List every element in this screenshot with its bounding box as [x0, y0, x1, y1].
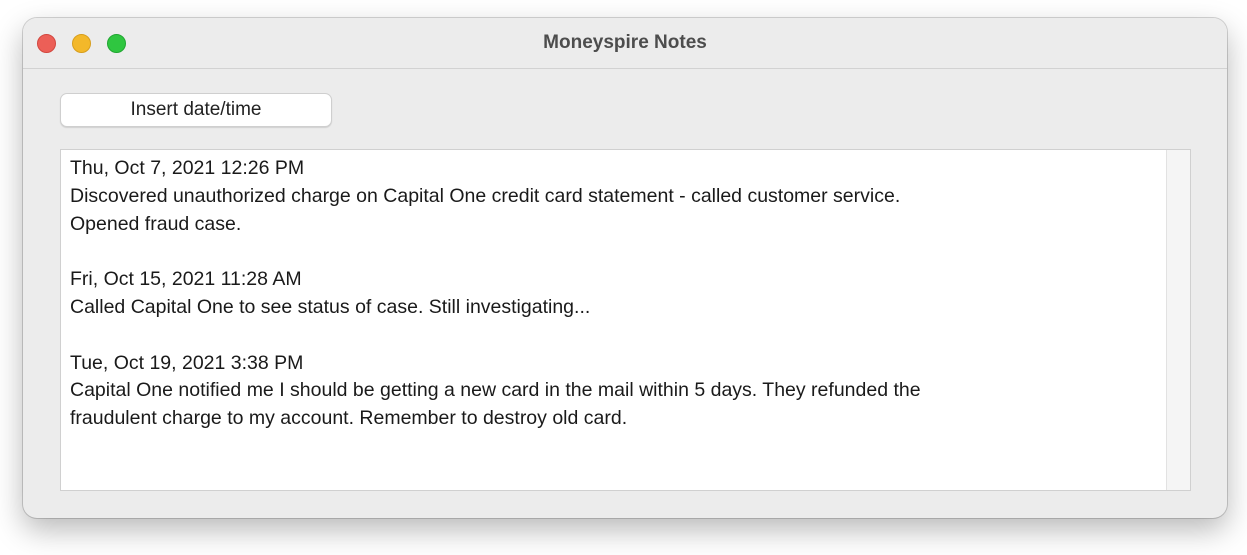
insert-date-time-button[interactable]: Insert date/time	[60, 93, 332, 127]
note-timestamp: Fri, Oct 15, 2021 11:28 AM	[70, 268, 302, 291]
notes-window: Moneyspire Notes Insert date/time Thu, O…	[23, 18, 1227, 518]
note-line: Called Capital One to see status of case…	[70, 295, 591, 318]
note-entry: Fri, Oct 15, 2021 11:28 AM Called Capita…	[70, 266, 1130, 322]
note-entry: Tue, Oct 19, 2021 3:38 PM Capital One no…	[70, 350, 1130, 433]
note-timestamp: Tue, Oct 19, 2021 3:38 PM	[70, 351, 304, 374]
note-line: Capital One notified me I should be gett…	[70, 379, 921, 402]
notes-text-area[interactable]: Thu, Oct 7, 2021 12:26 PM Discovered una…	[60, 149, 1191, 491]
window-title: Moneyspire Notes	[543, 32, 707, 53]
vertical-scrollbar[interactable]	[1166, 150, 1190, 490]
note-line: Discovered unauthorized charge on Capita…	[70, 184, 901, 207]
notes-content: Thu, Oct 7, 2021 12:26 PM Discovered una…	[70, 155, 1130, 461]
note-timestamp: Thu, Oct 7, 2021 12:26 PM	[70, 157, 305, 179]
note-line: fraudulent charge to my account. Remembe…	[70, 407, 628, 430]
note-line: Opened fraud case.	[70, 212, 242, 235]
title-bar[interactable]: Moneyspire Notes	[23, 18, 1227, 69]
note-entry: Thu, Oct 7, 2021 12:26 PM Discovered una…	[70, 155, 1130, 238]
